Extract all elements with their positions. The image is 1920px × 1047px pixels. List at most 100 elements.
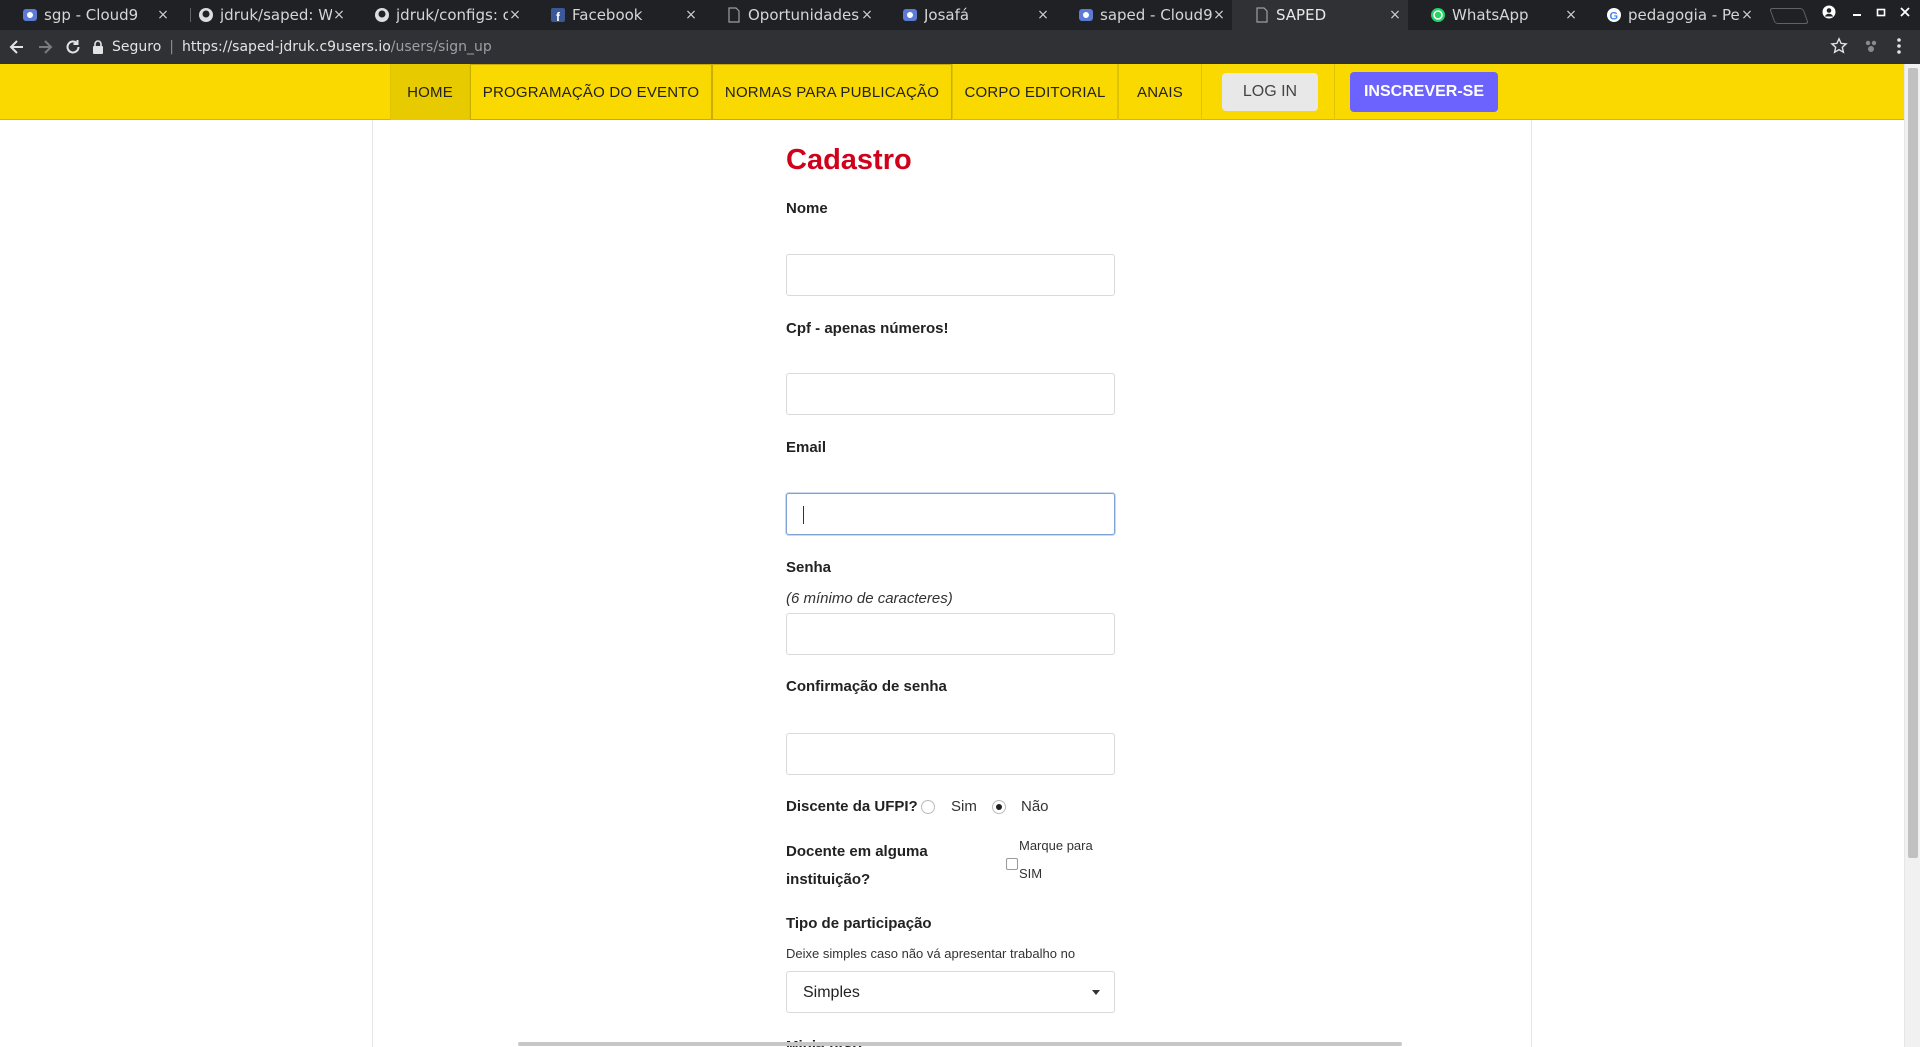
browser-tab[interactable]: jdruk/configs: cor × bbox=[352, 0, 528, 30]
password-confirm-input[interactable] bbox=[786, 733, 1115, 775]
email-label: Email bbox=[786, 439, 827, 456]
page-title: Cadastro bbox=[786, 144, 912, 176]
login-button[interactable]: LOG IN bbox=[1222, 73, 1318, 111]
new-tab-button[interactable] bbox=[1769, 8, 1809, 24]
lock-icon bbox=[92, 40, 104, 54]
browser-toolbar: Seguro | https://saped-jdruk.c9users.io /… bbox=[0, 30, 1920, 64]
google-icon: G bbox=[1606, 7, 1622, 23]
name-input[interactable] bbox=[786, 254, 1115, 296]
signup-button[interactable]: INSCREVER-SE bbox=[1350, 72, 1498, 112]
nav-corpo-editorial[interactable]: CORPO EDITORIAL bbox=[952, 64, 1118, 120]
student-no-label: Não bbox=[1021, 798, 1049, 815]
secure-label: Seguro bbox=[112, 39, 162, 55]
tab-title: jdruk/configs: cor bbox=[396, 6, 508, 24]
tab-title: saped - Cloud9 bbox=[1100, 6, 1212, 24]
student-yes-radio[interactable] bbox=[921, 800, 935, 814]
name-label: Nome bbox=[786, 200, 828, 217]
vertical-scrollbar[interactable] bbox=[1904, 64, 1920, 1047]
password-hint: (6 mínimo de caracteres) bbox=[786, 590, 953, 607]
text-caret bbox=[803, 506, 804, 524]
tab-title: sgp - Cloud9 bbox=[44, 6, 139, 24]
browser-tab[interactable]: saped - Cloud9 × bbox=[1056, 0, 1232, 30]
page-viewport: HOME PROGRAMAÇÃO DO EVENTO NORMAS PARA P… bbox=[0, 64, 1920, 1047]
browser-tab[interactable]: WhatsApp × bbox=[1408, 0, 1584, 30]
nav-label: HOME bbox=[407, 83, 453, 101]
scrollbar-thumb[interactable] bbox=[1908, 68, 1918, 858]
profile-icon[interactable] bbox=[1822, 5, 1836, 22]
nav-programacao[interactable]: PROGRAMAÇÃO DO EVENTO bbox=[470, 64, 712, 120]
password-label: Senha bbox=[786, 559, 832, 576]
cloud9-icon bbox=[22, 7, 38, 23]
browser-tab[interactable]: jdruk/saped: Web × bbox=[176, 0, 352, 30]
tab-title: Oportunidades - I bbox=[748, 6, 860, 24]
teacher-label-line1: Docente em alguma bbox=[786, 843, 928, 860]
participation-value: Simples bbox=[803, 984, 860, 1001]
nav-label: NORMAS PARA PUBLICAÇÃO bbox=[724, 83, 940, 101]
tab-title: jdruk/saped: Web bbox=[220, 6, 332, 24]
close-icon[interactable]: × bbox=[1564, 7, 1578, 23]
nav-home[interactable]: HOME bbox=[390, 64, 470, 120]
close-icon[interactable]: × bbox=[1740, 7, 1754, 23]
address-bar[interactable]: Seguro | https://saped-jdruk.c9users.io /… bbox=[92, 34, 1844, 60]
teacher-label-line2: instituição? bbox=[786, 871, 871, 888]
student-label: Discente da UFPI? bbox=[786, 798, 918, 815]
forward-icon[interactable] bbox=[34, 36, 56, 58]
participation-select[interactable]: Simples bbox=[786, 971, 1115, 1013]
site-navbar: HOME PROGRAMAÇÃO DO EVENTO NORMAS PARA P… bbox=[0, 64, 1904, 120]
github-icon bbox=[198, 7, 214, 23]
horizontal-scrollbar[interactable] bbox=[518, 1042, 1402, 1046]
extension-icon[interactable] bbox=[1862, 37, 1880, 60]
nav-label: CORPO EDITORIAL bbox=[964, 83, 1106, 101]
close-icon[interactable]: × bbox=[332, 7, 346, 23]
tab-title: Josafá bbox=[924, 6, 970, 24]
address-host: https://saped-jdruk.c9users.io bbox=[182, 39, 391, 55]
minimize-icon[interactable] bbox=[1852, 5, 1862, 22]
address-path: /users/sign_up bbox=[390, 39, 492, 55]
bookmark-star-icon[interactable] bbox=[1830, 37, 1848, 60]
close-icon[interactable]: × bbox=[1388, 7, 1402, 23]
window-close-icon[interactable] bbox=[1900, 5, 1910, 22]
close-icon[interactable]: × bbox=[508, 7, 522, 23]
teacher-check-line2: SIM bbox=[1019, 866, 1043, 881]
nav-anais[interactable]: ANAIS bbox=[1118, 64, 1202, 120]
cpf-input[interactable] bbox=[786, 373, 1115, 415]
github-icon bbox=[374, 7, 390, 23]
svg-text:G: G bbox=[1610, 11, 1619, 23]
menu-dots-icon[interactable] bbox=[1896, 37, 1902, 60]
password-confirm-label: Confirmação de senha bbox=[786, 678, 947, 695]
close-icon[interactable]: × bbox=[1212, 7, 1226, 23]
teacher-checkbox[interactable] bbox=[1006, 858, 1018, 870]
teacher-check-line1: Marque para bbox=[1019, 838, 1093, 853]
close-icon[interactable]: × bbox=[684, 7, 698, 23]
password-input[interactable] bbox=[786, 613, 1115, 655]
browser-tab[interactable]: f Facebook × bbox=[528, 0, 704, 30]
reload-icon[interactable] bbox=[62, 36, 84, 58]
cloud9-icon bbox=[1078, 7, 1094, 23]
facebook-icon: f bbox=[550, 7, 566, 23]
browser-tab[interactable]: sgp - Cloud9 × bbox=[0, 0, 176, 30]
tab-title: pedagogia - Pes bbox=[1628, 6, 1740, 24]
back-icon[interactable] bbox=[6, 36, 28, 58]
nav-label: PROGRAMAÇÃO DO EVENTO bbox=[482, 83, 700, 101]
nav-normas[interactable]: NORMAS PARA PUBLICAÇÃO bbox=[712, 64, 952, 120]
browser-tab[interactable]: G pedagogia - Pes × bbox=[1584, 0, 1760, 30]
chevron-down-icon bbox=[1092, 990, 1100, 995]
tab-title: WhatsApp bbox=[1452, 6, 1529, 24]
tab-title: Facebook bbox=[572, 6, 643, 24]
close-icon[interactable]: × bbox=[156, 7, 170, 23]
close-icon[interactable]: × bbox=[860, 7, 874, 23]
cpf-label: Cpf - apenas números! bbox=[786, 320, 949, 337]
student-no-radio[interactable] bbox=[992, 800, 1006, 814]
browser-tab[interactable]: Oportunidades - I × bbox=[704, 0, 880, 30]
whatsapp-icon bbox=[1430, 7, 1446, 23]
participation-label: Tipo de participação bbox=[786, 915, 932, 932]
browser-tab[interactable]: Josafá × bbox=[880, 0, 1056, 30]
document-icon bbox=[726, 7, 742, 23]
browser-tab-active[interactable]: SAPED × bbox=[1232, 0, 1408, 30]
address-separator: | bbox=[169, 39, 174, 55]
close-icon[interactable]: × bbox=[1036, 7, 1050, 23]
maximize-icon[interactable] bbox=[1876, 5, 1886, 22]
nav-divider bbox=[1334, 64, 1335, 120]
document-icon bbox=[1254, 7, 1270, 23]
email-input[interactable] bbox=[786, 493, 1115, 535]
